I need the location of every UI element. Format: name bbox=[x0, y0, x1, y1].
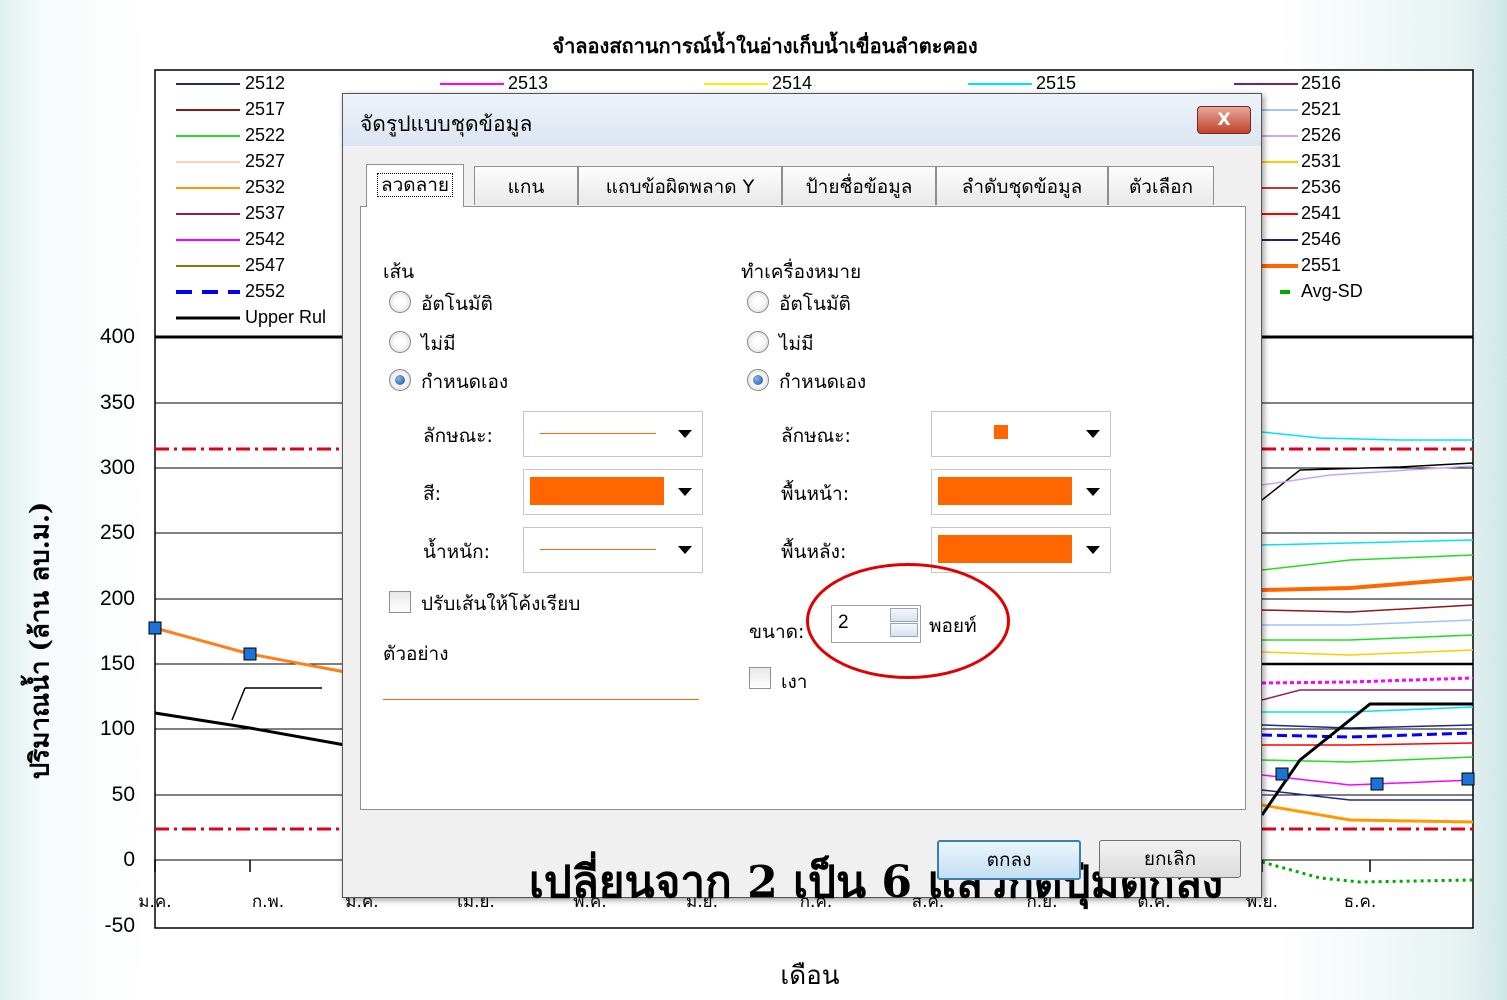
marker-foreground-dropdown[interactable] bbox=[931, 469, 1111, 515]
x-tick: ก.พ. bbox=[251, 892, 285, 912]
line-color-dropdown[interactable] bbox=[523, 469, 703, 515]
marker-custom-label[interactable]: กำหนดเอง bbox=[779, 367, 866, 397]
chevron-down-icon bbox=[678, 488, 692, 496]
shadow-label[interactable]: เงา bbox=[781, 667, 807, 697]
legend-item: 2537 bbox=[245, 203, 286, 223]
legend-item: Avg-SD bbox=[1301, 281, 1363, 301]
marker-foreground-label: พื้นหน้า: bbox=[781, 483, 850, 505]
close-button[interactable]: X bbox=[1197, 106, 1251, 134]
legend-item: 2552 bbox=[245, 281, 286, 301]
legend-item: 2546 bbox=[1301, 229, 1342, 249]
line-color-label: สี: bbox=[423, 483, 441, 505]
line-none-radio[interactable] bbox=[389, 331, 411, 353]
chevron-down-icon bbox=[678, 430, 692, 438]
format-data-series-dialog: จัดรูปแบบชุดข้อมูล X ลวดลาย แกน แถบข้อผิ… bbox=[342, 93, 1262, 908]
y-tick: 300 bbox=[99, 456, 135, 479]
legend-item: 2516 bbox=[1301, 73, 1342, 93]
x-tick: ธ.ค. bbox=[1343, 892, 1377, 912]
dialog-titlebar[interactable]: จัดรูปแบบชุดข้อมูล X bbox=[343, 94, 1261, 146]
sample-preview-line bbox=[383, 699, 699, 700]
chevron-down-icon bbox=[678, 546, 692, 554]
line-style-label: ลักษณะ: bbox=[423, 425, 493, 447]
square-marker-icon bbox=[994, 425, 1008, 439]
tab-pattern[interactable]: ลวดลาย bbox=[366, 164, 464, 207]
line-style-dropdown[interactable] bbox=[523, 411, 703, 457]
y-tick: 150 bbox=[99, 652, 135, 675]
line-weight-label: น้ำหนัก: bbox=[423, 541, 491, 563]
marker-none-radio[interactable] bbox=[747, 331, 769, 353]
line-auto-label[interactable]: อัตโนมัติ bbox=[421, 289, 493, 319]
legend-item: 2532 bbox=[245, 177, 286, 197]
marker-auto-label[interactable]: อัตโนมัติ bbox=[779, 289, 851, 319]
smooth-line-checkbox[interactable] bbox=[389, 591, 411, 613]
tab-options[interactable]: ตัวเลือก bbox=[1108, 166, 1214, 205]
y-tick: 400 bbox=[99, 325, 135, 348]
line-weight-dropdown[interactable] bbox=[523, 527, 703, 573]
y-tick: 350 bbox=[99, 391, 135, 414]
legend-item: 2514 bbox=[772, 73, 813, 93]
sample-label: ตัวอย่าง bbox=[383, 643, 449, 665]
line-custom-label[interactable]: กำหนดเอง bbox=[421, 367, 508, 397]
legend-item: 2522 bbox=[245, 125, 286, 145]
legend-item: Upper Rul bbox=[245, 307, 327, 327]
y-axis-title: ปริมาณน้ำ (ล้าน ลบ.ม.) bbox=[25, 501, 56, 780]
y-tick: 200 bbox=[99, 587, 135, 610]
tab-data-labels[interactable]: ป้ายชื่อข้อมูล bbox=[782, 166, 936, 205]
legend-item: 2541 bbox=[1301, 203, 1342, 223]
chevron-down-icon bbox=[1086, 488, 1100, 496]
legend-item: 2513 bbox=[508, 73, 549, 93]
marker-none-label[interactable]: ไม่มี bbox=[779, 329, 814, 359]
legend-item: 2515 bbox=[1036, 73, 1077, 93]
y-tick: -50 bbox=[104, 914, 135, 937]
x-axis-title: เดือน bbox=[780, 961, 840, 991]
dialog-title: จัดรูปแบบชุดข้อมูล bbox=[360, 112, 533, 136]
legend-item: 2542 bbox=[245, 229, 286, 249]
tab-label: ลวดลาย bbox=[376, 173, 454, 197]
legend-item: 2536 bbox=[1301, 177, 1342, 197]
marker-auto-radio[interactable] bbox=[747, 291, 769, 313]
marker-heading: ทำเครื่องหมาย bbox=[741, 261, 862, 283]
legend-item: 2526 bbox=[1301, 125, 1342, 145]
marker-background-dropdown[interactable] bbox=[931, 527, 1111, 573]
legend-item: 2547 bbox=[245, 255, 286, 275]
y-tick: 100 bbox=[99, 717, 135, 740]
y-tick: 50 bbox=[111, 783, 135, 806]
tab-axis[interactable]: แกน bbox=[474, 166, 578, 205]
line-custom-radio[interactable] bbox=[389, 369, 411, 391]
line-heading: เส้น bbox=[383, 261, 415, 283]
y-tick: 250 bbox=[99, 521, 135, 544]
cancel-button[interactable]: ยกเลิก bbox=[1099, 840, 1241, 878]
line-none-label[interactable]: ไม่มี bbox=[421, 329, 456, 359]
marker-size-label: ขนาด: bbox=[749, 621, 805, 643]
marker-style-dropdown[interactable] bbox=[931, 411, 1111, 457]
marker-background-label: พื้นหลัง: bbox=[781, 541, 847, 563]
shadow-checkbox[interactable] bbox=[749, 667, 771, 689]
line-auto-radio[interactable] bbox=[389, 291, 411, 313]
y-tick: 0 bbox=[123, 848, 135, 871]
highlight-circle bbox=[806, 563, 1010, 679]
legend-item: 2527 bbox=[245, 151, 286, 171]
tab-y-error-bars[interactable]: แถบข้อผิดพลาด Y bbox=[578, 166, 782, 205]
legend-item: 2521 bbox=[1301, 99, 1342, 119]
x-tick: ม.ค. bbox=[138, 892, 172, 912]
tab-series-order[interactable]: ลำดับชุดข้อมูล bbox=[936, 166, 1108, 205]
ok-button[interactable]: ตกลง bbox=[937, 840, 1081, 880]
legend-item: 2517 bbox=[245, 99, 286, 119]
legend-item: 2512 bbox=[245, 73, 286, 93]
chart-title: จำลองสถานการณ์น้ำในอ่างเก็บน้ำเขื่อนลำตะ… bbox=[552, 34, 978, 58]
marker-custom-radio[interactable] bbox=[747, 369, 769, 391]
marker-style-label: ลักษณะ: bbox=[781, 425, 851, 447]
legend-item: 2531 bbox=[1301, 151, 1342, 171]
smooth-line-label[interactable]: ปรับเส้นให้โค้งเรียบ bbox=[421, 589, 580, 619]
chevron-down-icon bbox=[1086, 546, 1100, 554]
chevron-down-icon bbox=[1086, 430, 1100, 438]
pattern-panel: เส้น อัตโนมัติ ไม่มี กำหนดเอง ลักษณะ: สี… bbox=[360, 206, 1246, 908]
legend-item: 2551 bbox=[1301, 255, 1342, 275]
